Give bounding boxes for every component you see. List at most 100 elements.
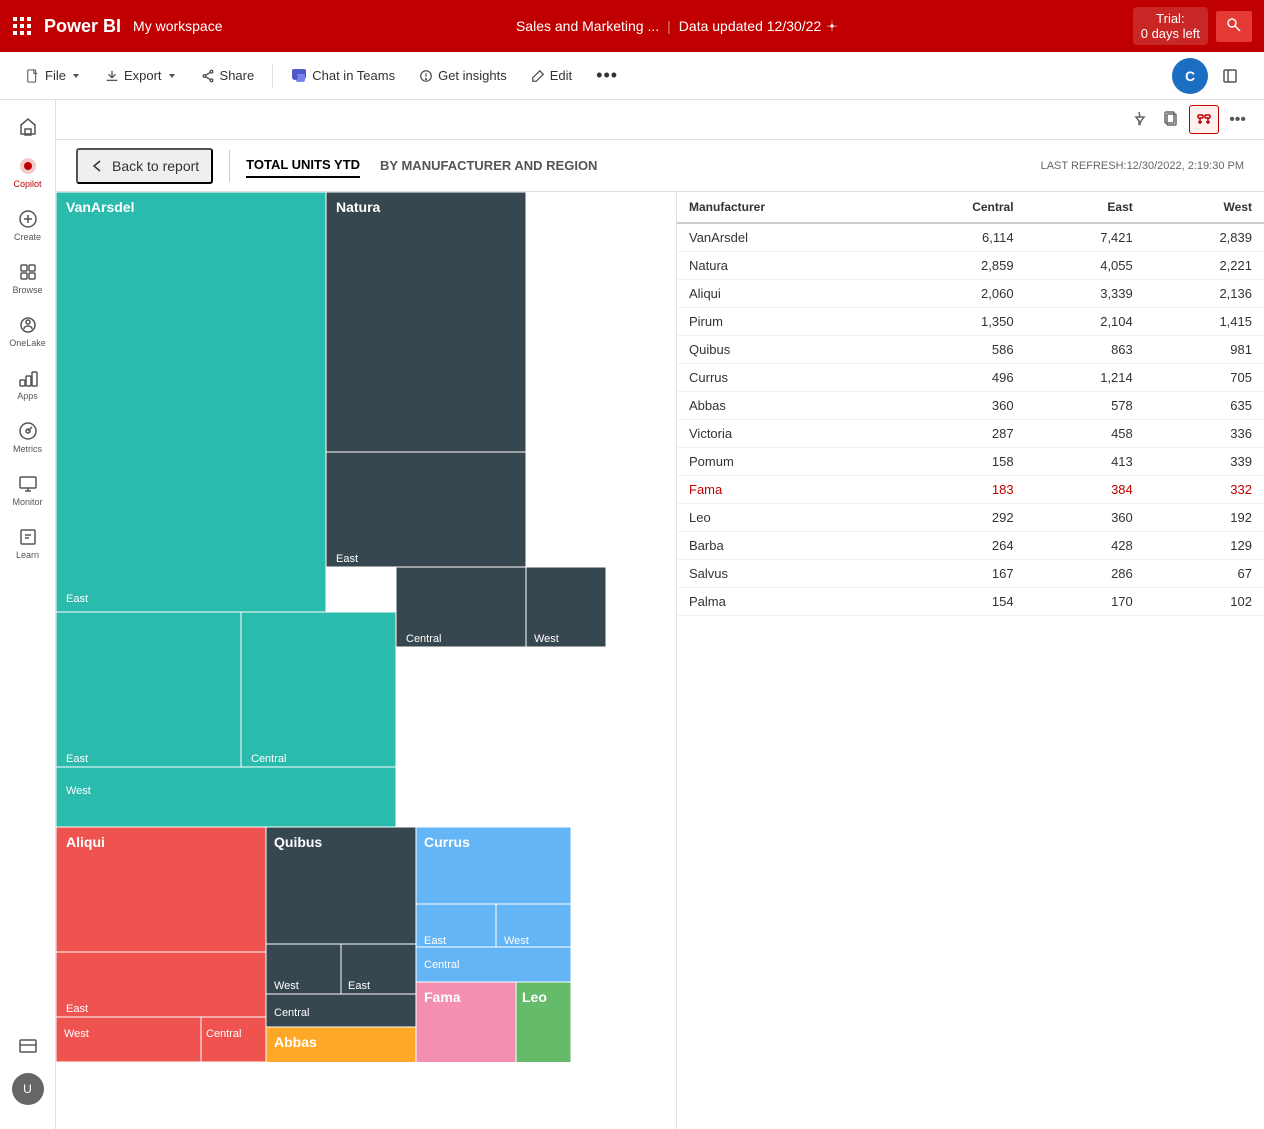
svg-text:East: East — [66, 753, 88, 765]
table-cell-east: 170 — [1026, 588, 1145, 616]
sidebar-item-onelake[interactable]: OneLake — [4, 307, 52, 356]
sidebar-toggle-button[interactable] — [1212, 62, 1248, 90]
table-cell-east: 413 — [1026, 448, 1145, 476]
svg-text:East: East — [66, 1003, 88, 1015]
manufacturer-table: Manufacturer Central East West VanArsdel… — [677, 192, 1264, 616]
report-tabs: TOTAL UNITS YTD BY MANUFACTURER AND REGI… — [246, 153, 597, 178]
main-toolbar: File Export Share Chat in Teams Get insi… — [0, 52, 1264, 100]
table-cell-west: 635 — [1145, 392, 1264, 420]
table-cell-central: 496 — [888, 364, 1026, 392]
svg-text:West: West — [504, 935, 529, 947]
pin-button[interactable] — [1125, 106, 1153, 133]
more-options-button[interactable]: ••• — [586, 59, 628, 92]
table-cell-name: Leo — [677, 504, 888, 532]
table-cell-central: 292 — [888, 504, 1026, 532]
app-grid-button[interactable] — [12, 16, 32, 36]
table-cell-name: Abbas — [677, 392, 888, 420]
svg-text:VanArsdel: VanArsdel — [66, 199, 134, 215]
table-row: Victoria287458336 — [677, 420, 1264, 448]
sidebar-item-copilot[interactable]: Copilot — [4, 148, 52, 197]
visualization-area: VanArsdel East East Central West — [56, 192, 1264, 1129]
table-cell-west: 336 — [1145, 420, 1264, 448]
content-area: ••• Back to report TOTAL UNITS YTD BY MA… — [56, 100, 1264, 1129]
focus-mode-button[interactable] — [1189, 105, 1219, 134]
left-sidebar: Copilot Create Browse OneLake Apps Metri… — [0, 100, 56, 1129]
search-button[interactable] — [1216, 11, 1252, 42]
report-title: Sales and Marketing ... — [516, 18, 659, 34]
col-central: Central — [888, 192, 1026, 223]
svg-text:Fama: Fama — [424, 989, 461, 1005]
sidebar-item-create[interactable]: Create — [4, 201, 52, 250]
sidebar-label-metrics: Metrics — [13, 444, 42, 454]
sidebar-item-feedback[interactable] — [4, 1029, 52, 1065]
svg-text:Currus: Currus — [424, 834, 470, 850]
table-cell-east: 863 — [1026, 336, 1145, 364]
chat-in-teams-button[interactable]: Chat in Teams — [281, 62, 405, 90]
user-profile-avatar[interactable]: U — [12, 1073, 44, 1105]
table-cell-name: Quibus — [677, 336, 888, 364]
sidebar-label-monitor: Monitor — [12, 497, 42, 507]
table-cell-west: 1,415 — [1145, 308, 1264, 336]
sidebar-label-learn: Learn — [16, 550, 39, 560]
table-cell-west: 705 — [1145, 364, 1264, 392]
table-cell-name: Palma — [677, 588, 888, 616]
table-cell-east: 428 — [1026, 532, 1145, 560]
edit-button[interactable]: Edit — [521, 62, 582, 89]
table-cell-east: 4,055 — [1026, 252, 1145, 280]
trial-info: Trial: 0 days left — [1133, 7, 1208, 45]
table-cell-central: 264 — [888, 532, 1026, 560]
table-cell-east: 3,339 — [1026, 280, 1145, 308]
table-row: Barba264428129 — [677, 532, 1264, 560]
table-row: VanArsdel6,1147,4212,839 — [677, 223, 1264, 252]
svg-text:Abbas: Abbas — [274, 1034, 317, 1050]
sidebar-item-metrics[interactable]: Metrics — [4, 413, 52, 462]
table-cell-name: Fama — [677, 476, 888, 504]
workspace-label[interactable]: My workspace — [133, 18, 222, 34]
copy-button[interactable] — [1157, 106, 1185, 133]
divider: | — [667, 18, 671, 34]
sidebar-item-monitor[interactable]: Monitor — [4, 466, 52, 515]
export-button[interactable]: Export — [95, 62, 187, 89]
sidebar-item-home[interactable] — [4, 108, 52, 144]
table-header-row: Manufacturer Central East West — [677, 192, 1264, 223]
table-cell-east: 578 — [1026, 392, 1145, 420]
col-east: East — [1026, 192, 1145, 223]
tab-total-units-ytd[interactable]: TOTAL UNITS YTD — [246, 153, 360, 178]
table-cell-name: Salvus — [677, 560, 888, 588]
tab-by-manufacturer[interactable]: BY MANUFACTURER AND REGION — [380, 154, 597, 177]
sidebar-item-learn[interactable]: Learn — [4, 519, 52, 568]
col-manufacturer: Manufacturer — [677, 192, 888, 223]
sidebar-item-apps[interactable]: Apps — [4, 360, 52, 409]
table-cell-central: 154 — [888, 588, 1026, 616]
treemap-chart[interactable]: VanArsdel East East Central West — [56, 192, 676, 1129]
get-insights-button[interactable]: Get insights — [409, 62, 517, 89]
svg-text:Central: Central — [406, 633, 441, 645]
share-button[interactable]: Share — [191, 62, 265, 89]
user-avatar[interactable]: C — [1172, 58, 1208, 94]
svg-text:Central: Central — [251, 753, 286, 765]
sidebar-label-apps: Apps — [17, 391, 38, 401]
table-cell-west: 339 — [1145, 448, 1264, 476]
table-cell-central: 360 — [888, 392, 1026, 420]
report-header: Back to report TOTAL UNITS YTD BY MANUFA… — [56, 140, 1264, 192]
table-cell-central: 158 — [888, 448, 1026, 476]
sidebar-label-create: Create — [14, 232, 41, 242]
sidebar-item-browse[interactable]: Browse — [4, 254, 52, 303]
table-cell-west: 102 — [1145, 588, 1264, 616]
treemap-svg: VanArsdel East East Central West — [56, 192, 676, 1062]
table-row: Natura2,8594,0552,221 — [677, 252, 1264, 280]
table-cell-west: 67 — [1145, 560, 1264, 588]
more-icon-button[interactable]: ••• — [1223, 107, 1252, 133]
table-cell-east: 384 — [1026, 476, 1145, 504]
sidebar-label-copilot: Copilot — [13, 179, 41, 189]
back-to-report-button[interactable]: Back to report — [76, 148, 213, 184]
powerbi-logo: Power BI — [44, 16, 121, 37]
svg-text:East: East — [348, 980, 370, 992]
svg-text:Central: Central — [206, 1028, 241, 1040]
table-cell-central: 2,859 — [888, 252, 1026, 280]
table-row: Pirum1,3502,1041,415 — [677, 308, 1264, 336]
data-table-container: Manufacturer Central East West VanArsdel… — [676, 192, 1264, 1129]
table-cell-west: 981 — [1145, 336, 1264, 364]
svg-text:West: West — [66, 785, 91, 797]
file-button[interactable]: File — [16, 62, 91, 89]
